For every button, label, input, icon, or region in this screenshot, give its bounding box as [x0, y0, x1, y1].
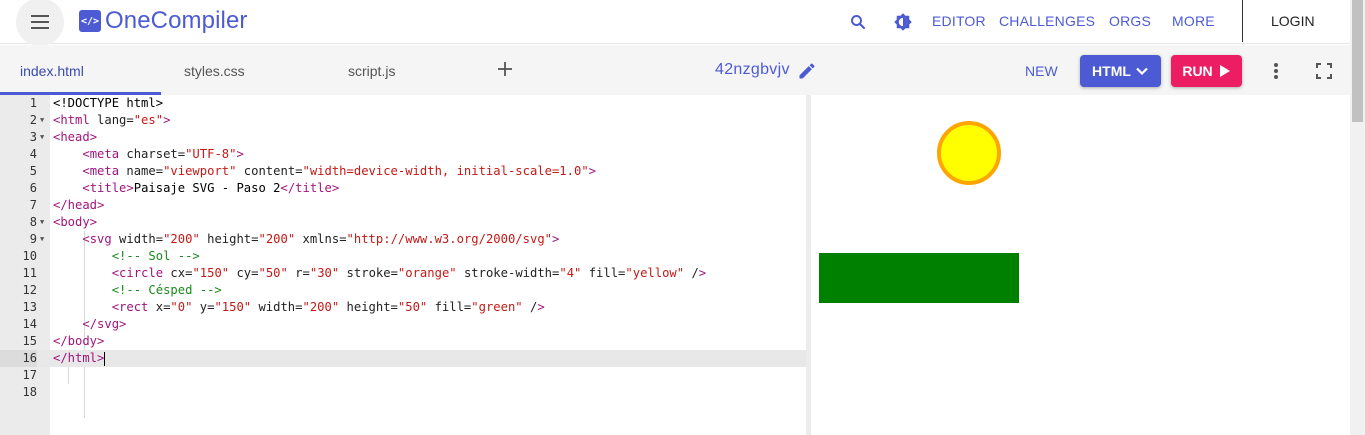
code-text: <meta charset="UTF-8">	[82, 147, 244, 161]
code-line[interactable]: 16 </html>	[0, 350, 806, 367]
code-text: <!-- Sol -->	[111, 249, 200, 263]
login-link[interactable]: LOGIN	[1271, 13, 1315, 29]
code-text: <circle cx="150" cy="50" r="30" stroke="…	[111, 266, 707, 280]
line-number: 2	[29, 113, 37, 127]
code-line[interactable]: 18	[0, 384, 806, 401]
header-divider	[1242, 0, 1243, 42]
brand-logo[interactable]: </> OneCompiler	[79, 7, 248, 35]
code-line[interactable]: 4 <meta charset="UTF-8">	[0, 146, 806, 163]
add-file-icon[interactable]	[495, 59, 515, 79]
nav-more[interactable]: MORE	[1172, 13, 1215, 29]
line-number: 8	[29, 215, 37, 229]
output-preview	[811, 95, 1350, 435]
theme-toggle-icon[interactable]	[891, 10, 915, 34]
line-number: 12	[22, 283, 37, 297]
text-cursor	[104, 351, 106, 366]
line-number: 3	[29, 130, 37, 144]
fold-arrow-icon[interactable]: ▼	[40, 129, 44, 146]
code-text: <!DOCTYPE html>	[53, 96, 164, 110]
code-line[interactable]: 13 <rect x="0" y="150" width="200" heigh…	[0, 299, 806, 316]
grass-rect	[819, 253, 1019, 303]
run-label: RUN	[1182, 63, 1213, 79]
code-text: <body>	[53, 215, 98, 229]
language-select-button[interactable]: HTML	[1080, 55, 1161, 87]
line-number: 10	[22, 249, 37, 263]
code-text: <head>	[53, 130, 98, 144]
line-number: 1	[29, 96, 37, 110]
code-line[interactable]: 5 <meta name="viewport" content="width=d…	[0, 163, 806, 180]
code-line[interactable]: 15 </body>	[0, 333, 806, 350]
code-text: <html lang="es">	[53, 113, 171, 127]
tab-index-html[interactable]: index.html	[20, 63, 84, 79]
code-line[interactable]: 1 <!DOCTYPE html>	[0, 95, 806, 112]
line-number: 18	[22, 385, 37, 399]
tab-script-js[interactable]: script.js	[348, 63, 395, 79]
run-button[interactable]: RUN	[1171, 55, 1242, 87]
more-vert-icon[interactable]	[1266, 61, 1286, 81]
code-line[interactable]: 7 </head>	[0, 197, 806, 214]
line-number: 11	[22, 266, 37, 280]
code-text: <meta name="viewport" content="width=dev…	[82, 164, 597, 178]
fullscreen-icon[interactable]	[1314, 61, 1334, 81]
code-lines: 1 <!DOCTYPE html> 2 ▼ <html lang="es"> 3 ▼ <hea…	[0, 95, 806, 401]
code-line[interactable]: 12 <!-- Césped -->	[0, 282, 806, 299]
nav-challenges[interactable]: CHALLENGES	[999, 13, 1095, 29]
fold-arrow-icon[interactable]: ▼	[40, 214, 44, 231]
line-number: 6	[29, 181, 37, 195]
fold-arrow-icon[interactable]: ▼	[40, 231, 44, 248]
tab-styles-css[interactable]: styles.css	[184, 63, 245, 79]
preview-svg	[819, 121, 1019, 303]
code-text: <title>Paisaje SVG - Paso 2</title>	[82, 181, 340, 195]
code-line[interactable]: 6 <title>Paisaje SVG - Paso 2</title>	[0, 180, 806, 197]
code-line[interactable]: 14 </svg>	[0, 316, 806, 333]
code-line[interactable]: 8 ▼ <body>	[0, 214, 806, 231]
editor-tabbar: index.html styles.css script.js 42nzgbvj…	[0, 45, 1350, 95]
code-line[interactable]: 11 <circle cx="150" cy="50" r="30" strok…	[0, 265, 806, 282]
line-number: 15	[22, 334, 37, 348]
line-number: 16	[0, 350, 37, 367]
line-number: 9	[29, 232, 37, 246]
line-number: 14	[22, 317, 37, 331]
code-text: </body>	[53, 334, 105, 348]
code-line[interactable]: 10 <!-- Sol -->	[0, 248, 806, 265]
hamburger-menu-button[interactable]	[16, 0, 64, 46]
sun-circle	[937, 121, 1001, 185]
new-button[interactable]: NEW	[1025, 63, 1058, 79]
nav-orgs[interactable]: ORGS	[1109, 13, 1151, 29]
code-editor[interactable]: 1 <!DOCTYPE html> 2 ▼ <html lang="es"> 3 ▼ <hea…	[0, 95, 806, 435]
code-line[interactable]: 9 ▼ <svg width="200" height="200" xmlns="…	[0, 231, 806, 248]
scrollbar-thumb[interactable]	[1352, 0, 1363, 122]
code-icon: </>	[79, 10, 101, 32]
line-number: 5	[29, 164, 37, 178]
code-text: <rect x="0" y="150" width="200" height="…	[111, 300, 545, 314]
menu-icon	[31, 15, 49, 29]
top-header: </> OneCompiler EDITOR CHALLENGES ORGS M…	[0, 0, 1350, 46]
edit-pencil-icon[interactable]	[797, 61, 817, 81]
chevron-down-icon	[1136, 67, 1148, 76]
code-text: </html>	[53, 351, 106, 366]
page-scrollbar[interactable]	[1350, 0, 1365, 435]
line-number: 17	[22, 368, 37, 382]
play-icon	[1219, 65, 1230, 77]
file-name: 42nzgbvjv	[715, 61, 790, 78]
nav-editor[interactable]: EDITOR	[932, 13, 986, 29]
code-text: </svg>	[82, 317, 127, 331]
language-label: HTML	[1092, 63, 1131, 79]
code-line[interactable]: 3 ▼ <head>	[0, 129, 806, 146]
line-number: 7	[29, 198, 37, 212]
brand-name: OneCompiler	[105, 7, 248, 34]
line-number: 4	[29, 147, 37, 161]
code-text: <svg width="200" height="200" xmlns="htt…	[82, 232, 560, 246]
code-line[interactable]: 17	[0, 367, 806, 384]
code-text: </head>	[53, 198, 105, 212]
code-text: <!-- Césped -->	[111, 283, 222, 297]
fold-arrow-icon[interactable]: ▼	[40, 112, 44, 129]
search-icon[interactable]	[846, 10, 870, 34]
line-number: 13	[22, 300, 37, 314]
code-line[interactable]: 2 ▼ <html lang="es">	[0, 112, 806, 129]
